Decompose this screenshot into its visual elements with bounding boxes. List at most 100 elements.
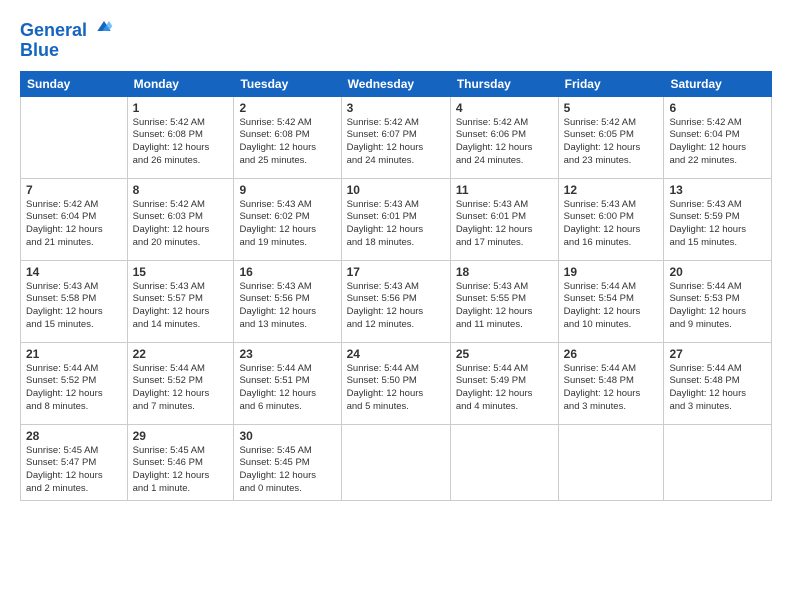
calendar-cell: 21Sunrise: 5:44 AM Sunset: 5:52 PM Dayli… (21, 342, 128, 424)
day-number: 11 (456, 183, 553, 197)
cell-text: Sunrise: 5:44 AM Sunset: 5:49 PM Dayligh… (456, 363, 553, 414)
day-number: 24 (347, 347, 445, 361)
logo-icon (94, 16, 114, 36)
cell-text: Sunrise: 5:45 AM Sunset: 5:47 PM Dayligh… (26, 445, 122, 496)
week-row-0: 1 Sunrise: 5:42 AM Sunset: 6:08 PM Daylig… (21, 96, 772, 178)
weekday-sunday: Sunday (21, 71, 128, 96)
cell-text: Sunrise: 5:43 AM Sunset: 6:01 PM Dayligh… (456, 199, 553, 250)
calendar-cell: 7Sunrise: 5:42 AM Sunset: 6:04 PM Daylig… (21, 178, 128, 260)
calendar-cell (558, 424, 664, 500)
logo-blue: Blue (20, 41, 114, 61)
weekday-monday: Monday (127, 71, 234, 96)
day-number: 8 (133, 183, 229, 197)
cell-text: Sunrise: 5:42 AM Sunset: 6:04 PM Dayligh… (26, 199, 122, 250)
logo: General Blue (20, 16, 114, 61)
header: General Blue (20, 16, 772, 61)
calendar-cell: 17 Sunrise: 5:43 AM Sunset: 5:56 PM Dayli… (341, 260, 450, 342)
calendar-cell: 14 Sunrise: 5:43 AM Sunset: 5:58 PM Dayli… (21, 260, 128, 342)
calendar-cell: 22 Sunrise: 5:44 AM Sunset: 5:52 PM Dayli… (127, 342, 234, 424)
calendar-cell: 23 Sunrise: 5:44 AM Sunset: 5:51 PM Dayli… (234, 342, 341, 424)
calendar-cell: 16 Sunrise: 5:43 AM Sunset: 5:56 PM Dayli… (234, 260, 341, 342)
cell-text: Sunrise: 5:42 AM Sunset: 6:04 PM Dayligh… (669, 117, 766, 168)
day-number: 14 (26, 265, 122, 279)
calendar-cell (341, 424, 450, 500)
day-number: 26 (564, 347, 659, 361)
cell-text: Sunrise: 5:43 AM Sunset: 5:56 PM Dayligh… (347, 281, 445, 332)
calendar-cell: 9Sunrise: 5:43 AM Sunset: 6:02 PM Daylig… (234, 178, 341, 260)
calendar-cell: 4 Sunrise: 5:42 AM Sunset: 6:06 PM Daylig… (450, 96, 558, 178)
day-number: 22 (133, 347, 229, 361)
cell-text: Sunrise: 5:43 AM Sunset: 5:59 PM Dayligh… (669, 199, 766, 250)
cell-text: Sunrise: 5:43 AM Sunset: 5:58 PM Dayligh… (26, 281, 122, 332)
calendar-cell: 11 Sunrise: 5:43 AM Sunset: 6:01 PM Dayli… (450, 178, 558, 260)
cell-text: Sunrise: 5:44 AM Sunset: 5:50 PM Dayligh… (347, 363, 445, 414)
cell-text: Sunrise: 5:44 AM Sunset: 5:48 PM Dayligh… (669, 363, 766, 414)
calendar-cell: 30 Sunrise: 5:45 AM Sunset: 5:45 PM Dayli… (234, 424, 341, 500)
day-number: 25 (456, 347, 553, 361)
cell-text: Sunrise: 5:43 AM Sunset: 5:56 PM Dayligh… (239, 281, 335, 332)
calendar-cell: 3 Sunrise: 5:42 AM Sunset: 6:07 PM Daylig… (341, 96, 450, 178)
cell-text: Sunrise: 5:42 AM Sunset: 6:08 PM Dayligh… (239, 117, 335, 168)
cell-text: Sunrise: 5:44 AM Sunset: 5:54 PM Dayligh… (564, 281, 659, 332)
calendar-cell: 25 Sunrise: 5:44 AM Sunset: 5:49 PM Dayli… (450, 342, 558, 424)
day-number: 2 (239, 101, 335, 115)
calendar-cell (450, 424, 558, 500)
cell-text: Sunrise: 5:45 AM Sunset: 5:45 PM Dayligh… (239, 445, 335, 496)
weekday-friday: Friday (558, 71, 664, 96)
day-number: 16 (239, 265, 335, 279)
day-number: 21 (26, 347, 122, 361)
calendar-cell: 15 Sunrise: 5:43 AM Sunset: 5:57 PM Dayli… (127, 260, 234, 342)
cell-text: Sunrise: 5:45 AM Sunset: 5:46 PM Dayligh… (133, 445, 229, 496)
day-number: 23 (239, 347, 335, 361)
calendar-cell: 28 Sunrise: 5:45 AM Sunset: 5:47 PM Dayli… (21, 424, 128, 500)
cell-text: Sunrise: 5:42 AM Sunset: 6:05 PM Dayligh… (564, 117, 659, 168)
day-number: 13 (669, 183, 766, 197)
week-row-1: 7Sunrise: 5:42 AM Sunset: 6:04 PM Daylig… (21, 178, 772, 260)
day-number: 4 (456, 101, 553, 115)
calendar-cell: 29Sunrise: 5:45 AM Sunset: 5:46 PM Dayli… (127, 424, 234, 500)
day-number: 18 (456, 265, 553, 279)
calendar-cell: 18 Sunrise: 5:43 AM Sunset: 5:55 PM Dayli… (450, 260, 558, 342)
calendar: SundayMondayTuesdayWednesdayThursdayFrid… (20, 71, 772, 501)
calendar-cell: 20Sunrise: 5:44 AM Sunset: 5:53 PM Dayli… (664, 260, 772, 342)
calendar-cell: 19 Sunrise: 5:44 AM Sunset: 5:54 PM Dayli… (558, 260, 664, 342)
day-number: 9 (239, 183, 335, 197)
cell-text: Sunrise: 5:44 AM Sunset: 5:51 PM Dayligh… (239, 363, 335, 414)
day-number: 30 (239, 429, 335, 443)
calendar-cell: 1 Sunrise: 5:42 AM Sunset: 6:08 PM Daylig… (127, 96, 234, 178)
cell-text: Sunrise: 5:42 AM Sunset: 6:03 PM Dayligh… (133, 199, 229, 250)
day-number: 6 (669, 101, 766, 115)
calendar-cell: 13 Sunrise: 5:43 AM Sunset: 5:59 PM Dayli… (664, 178, 772, 260)
day-number: 28 (26, 429, 122, 443)
calendar-cell: 8 Sunrise: 5:42 AM Sunset: 6:03 PM Daylig… (127, 178, 234, 260)
calendar-cell: 2 Sunrise: 5:42 AM Sunset: 6:08 PM Daylig… (234, 96, 341, 178)
day-number: 1 (133, 101, 229, 115)
calendar-cell: 5 Sunrise: 5:42 AM Sunset: 6:05 PM Daylig… (558, 96, 664, 178)
cell-text: Sunrise: 5:42 AM Sunset: 6:06 PM Dayligh… (456, 117, 553, 168)
day-number: 12 (564, 183, 659, 197)
calendar-body: 1 Sunrise: 5:42 AM Sunset: 6:08 PM Daylig… (21, 96, 772, 500)
day-number: 3 (347, 101, 445, 115)
calendar-cell (21, 96, 128, 178)
cell-text: Sunrise: 5:44 AM Sunset: 5:52 PM Dayligh… (133, 363, 229, 414)
weekday-tuesday: Tuesday (234, 71, 341, 96)
cell-text: Sunrise: 5:44 AM Sunset: 5:48 PM Dayligh… (564, 363, 659, 414)
calendar-cell: 24 Sunrise: 5:44 AM Sunset: 5:50 PM Dayli… (341, 342, 450, 424)
cell-text: Sunrise: 5:42 AM Sunset: 6:07 PM Dayligh… (347, 117, 445, 168)
logo-general: General (20, 20, 87, 40)
cell-text: Sunrise: 5:43 AM Sunset: 5:57 PM Dayligh… (133, 281, 229, 332)
day-number: 17 (347, 265, 445, 279)
cell-text: Sunrise: 5:43 AM Sunset: 5:55 PM Dayligh… (456, 281, 553, 332)
day-number: 15 (133, 265, 229, 279)
calendar-cell: 27 Sunrise: 5:44 AM Sunset: 5:48 PM Dayli… (664, 342, 772, 424)
weekday-thursday: Thursday (450, 71, 558, 96)
day-number: 27 (669, 347, 766, 361)
calendar-cell: 6 Sunrise: 5:42 AM Sunset: 6:04 PM Daylig… (664, 96, 772, 178)
cell-text: Sunrise: 5:42 AM Sunset: 6:08 PM Dayligh… (133, 117, 229, 168)
week-row-2: 14 Sunrise: 5:43 AM Sunset: 5:58 PM Dayli… (21, 260, 772, 342)
day-number: 19 (564, 265, 659, 279)
cell-text: Sunrise: 5:43 AM Sunset: 6:01 PM Dayligh… (347, 199, 445, 250)
week-row-4: 28 Sunrise: 5:45 AM Sunset: 5:47 PM Dayli… (21, 424, 772, 500)
calendar-cell: 10Sunrise: 5:43 AM Sunset: 6:01 PM Dayli… (341, 178, 450, 260)
day-number: 5 (564, 101, 659, 115)
